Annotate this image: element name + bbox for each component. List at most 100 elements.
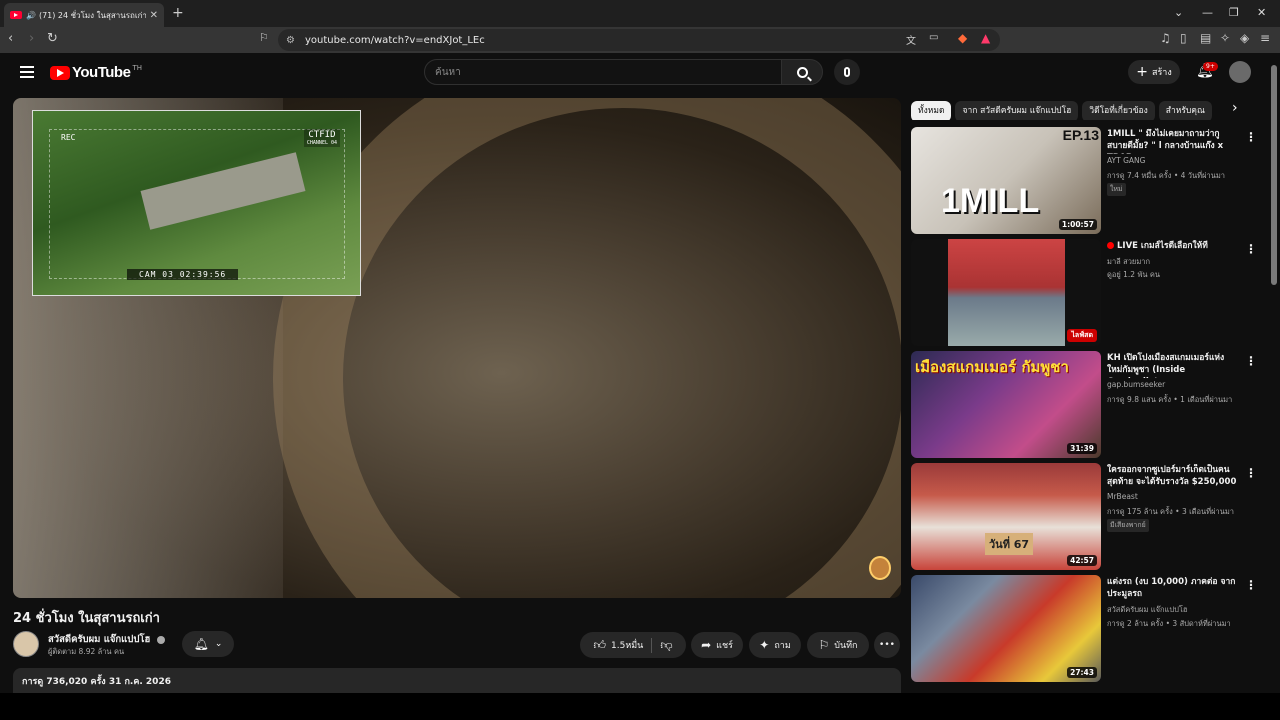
recommendation-thumbnail[interactable]: 27:43: [911, 575, 1101, 682]
recommendation-thumbnail[interactable]: ไลฟ์สด: [911, 239, 1101, 346]
translate-icon[interactable]: 文: [906, 32, 916, 47]
chip-all[interactable]: ทั้งหมด: [911, 101, 952, 120]
description-box[interactable]: การดู 736,020 ครั้ง 31 ก.ค. 2026: [13, 668, 901, 694]
recommendation-channel[interactable]: มาลี สวยมาก: [1107, 256, 1150, 268]
forward-icon[interactable]: ›: [29, 31, 34, 46]
thumbnail-title-text: 1MILL: [941, 182, 1040, 220]
guide-menu-icon[interactable]: [20, 66, 34, 78]
chips-next-chevron-icon[interactable]: ›: [1232, 100, 1238, 116]
thumbnail-title-text: เมืองสแกมเมอร์ กัมพูชา: [915, 358, 1069, 376]
recommendation-title[interactable]: LIVE เกมส์ไรดีเลือกให้ที: [1107, 240, 1239, 252]
chip-related[interactable]: วิดีโอที่เกี่ยวข้อง: [1082, 101, 1155, 120]
wallet-icon[interactable]: ▤: [1200, 31, 1211, 45]
back-icon[interactable]: ‹: [8, 31, 13, 46]
share-button[interactable]: ➦ แชร์: [691, 632, 743, 658]
create-button[interactable]: + สร้าง: [1128, 60, 1180, 84]
share-arrow-icon: ➦: [701, 638, 712, 652]
video-player[interactable]: REC CTFID CHANNEL 04 CAM 03 02:39:56: [13, 98, 901, 598]
minimize-icon[interactable]: —: [1202, 6, 1213, 19]
chip-from-channel[interactable]: จาก สวัสดีครับผม แจ๊กแปปโฮ: [955, 101, 1079, 120]
page-scrollbar[interactable]: [1268, 53, 1280, 693]
youtube-logo[interactable]: YouTube TH: [50, 64, 142, 81]
recommendation-item[interactable]: วันที่ 67 42:57 ใครออกจากซูเปอร์มาร์เก็ต…: [911, 463, 1261, 571]
recommendation-meta: การดู 9.8 แสน ครั้ง • 1 เดือนที่ผ่านมา: [1107, 395, 1233, 404]
close-tab-icon[interactable]: ✕: [150, 10, 158, 21]
like-dislike-group: 👍︎ 1.5หมื่น 👎︎: [580, 632, 686, 658]
subscribed-notification-button[interactable]: 🔔︎ ⌄: [182, 631, 234, 657]
recommendation-item[interactable]: EP.13 1MILL 1:00:57 1MILL " มึงไม่เคยมาถ…: [911, 127, 1261, 235]
rewards-icon[interactable]: ▲: [981, 31, 990, 45]
more-vertical-icon[interactable]: ⋮: [1245, 242, 1257, 256]
new-tab-icon[interactable]: +: [172, 5, 184, 21]
recommendation-item[interactable]: เมืองสแกมเมอร์ กัมพูชา 31:39 KH เปิดโปงเ…: [911, 351, 1261, 459]
window-close-icon[interactable]: ✕: [1257, 6, 1266, 19]
more-vertical-icon[interactable]: ⋮: [1245, 466, 1257, 480]
recommendation-channel[interactable]: สวัสดีครับผม แจ๊กแปปโฮ: [1107, 604, 1188, 616]
account-avatar[interactable]: [1229, 61, 1251, 83]
sparkle-icon: ✦: [759, 638, 770, 652]
recommendation-channel[interactable]: gap.bumseeker: [1107, 380, 1165, 389]
notification-count-badge: 9+: [1203, 62, 1218, 71]
cctv-inset: REC CTFID CHANNEL 04 CAM 03 02:39:56: [32, 110, 361, 296]
live-thumbnail-image: [948, 239, 1065, 346]
audio-playing-icon[interactable]: 🔊: [26, 11, 36, 20]
recommendation-title[interactable]: ใครออกจากซูเปอร์มาร์เก็ตเป็นคนสุดท้าย จะ…: [1107, 464, 1239, 488]
like-count: 1.5หมื่น: [611, 641, 644, 651]
search-input[interactable]: [435, 66, 781, 78]
bookmark-icon[interactable]: ⚐: [259, 31, 269, 44]
scrollbar-thumb[interactable]: [1271, 65, 1277, 285]
ask-button[interactable]: ✦ ถาม: [749, 632, 801, 658]
recommendation-meta: การดู 175 ล้าน ครั้ง • 3 เดือนที่ผ่านมา: [1107, 507, 1235, 516]
subscriber-count: ผู้ติดตาม 8.92 ล้าน คน: [48, 647, 125, 656]
save-button[interactable]: ⚐ บันทึก: [807, 632, 869, 658]
like-button[interactable]: 👍︎ 1.5หมื่น: [593, 637, 653, 653]
sidebar-icon[interactable]: ▯: [1180, 31, 1187, 45]
browser-tab-youtube[interactable]: 🔊 (71) 24 ชั่วโมง ในสุสานรถเก่า - YouTub…: [4, 3, 164, 27]
site-info-icon[interactable]: ⚙: [286, 35, 295, 46]
save-label: บันทึก: [834, 641, 858, 651]
more-vertical-icon[interactable]: ⋮: [1245, 130, 1257, 144]
recommendation-title[interactable]: แต่งรถ (งบ 10,000) ภาคต่อ จาก ประมูลรถ: [1107, 576, 1239, 600]
recommendation-title[interactable]: 1MILL " มึงไม่เคยมาถามว่ากูสบายดีมั้ย? "…: [1107, 128, 1239, 154]
logo-wordmark: YouTube: [72, 64, 131, 81]
recommendation-item[interactable]: 27:43 แต่งรถ (งบ 10,000) ภาคต่อ จาก ประม…: [911, 575, 1261, 683]
recommendation-channel[interactable]: MrBeast: [1107, 492, 1138, 501]
inset-rec-label: REC: [61, 133, 76, 142]
channel-watermark[interactable]: [869, 556, 891, 580]
recommendation-channel[interactable]: AYT GANG: [1107, 156, 1145, 165]
menu-icon[interactable]: ≡: [1260, 31, 1270, 45]
inset-cam-timestamp: CAM 03 02:39:56: [127, 269, 239, 280]
vpn-icon[interactable]: ◈: [1240, 31, 1249, 45]
chip-for-you[interactable]: สำหรับคุณ: [1158, 101, 1212, 120]
cast-icon[interactable]: ▭: [929, 32, 938, 43]
recommendation-item[interactable]: ไลฟ์สด LIVE เกมส์ไรดีเลือกให้ที มาลี สวย…: [911, 239, 1261, 347]
leo-ai-icon[interactable]: ✧: [1220, 31, 1230, 45]
more-horizontal-icon: •••: [879, 640, 895, 650]
dislike-button[interactable]: 👎︎: [652, 638, 672, 653]
recommendation-thumbnail[interactable]: EP.13 1MILL 1:00:57: [911, 127, 1101, 234]
brave-shield-icon[interactable]: ◆: [958, 31, 967, 45]
duration-badge: 31:39: [1067, 443, 1097, 454]
thumbnail-title-text: วันที่ 67: [985, 533, 1034, 555]
channel-avatar[interactable]: [13, 631, 39, 657]
recommendation-meta: การดู 7.4 หมื่น ครั้ง • 4 วันที่ผ่านมา: [1107, 171, 1225, 180]
recommendation-thumbnail[interactable]: เมืองสแกมเมอร์ กัมพูชา 31:39: [911, 351, 1101, 458]
inset-viewfinder: [49, 129, 345, 279]
search-button[interactable]: [781, 59, 823, 85]
voice-search-button[interactable]: [834, 59, 860, 85]
recommendation-title[interactable]: KH เปิดโปงเมืองสแกมเมอร์แห่งใหม่กัมพูชา …: [1107, 352, 1239, 378]
reload-icon[interactable]: ↻: [47, 31, 58, 46]
video-title: 24 ชั่วโมง ในสุสานรถเก่า: [13, 611, 160, 626]
restore-icon[interactable]: ❐: [1229, 6, 1239, 19]
channel-name[interactable]: สวัสดีครับผม แจ๊กแปปโฮ: [48, 634, 150, 645]
music-icon[interactable]: ♫: [1160, 31, 1171, 45]
more-actions-button[interactable]: •••: [874, 632, 900, 658]
more-vertical-icon[interactable]: ⋮: [1245, 578, 1257, 592]
recommendation-thumbnail[interactable]: วันที่ 67 42:57: [911, 463, 1101, 570]
recommendation-meta: ดูอยู่ 1.2 พัน คน: [1107, 270, 1161, 279]
tab-search-chevron-icon[interactable]: ⌄: [1174, 6, 1183, 19]
new-badge: ใหม่: [1107, 183, 1126, 196]
channel-name-row[interactable]: สวัสดีครับผม แจ๊กแปปโฮ: [48, 632, 165, 647]
address-bar[interactable]: ⚙ youtube.com/watch?v=endXJot_LEc: [278, 29, 1000, 51]
more-vertical-icon[interactable]: ⋮: [1245, 354, 1257, 368]
